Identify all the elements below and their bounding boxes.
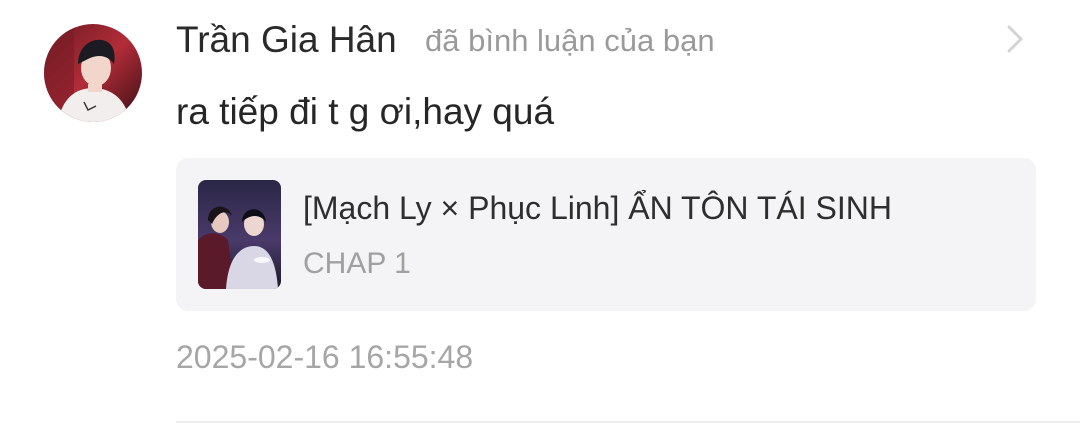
story-card[interactable]: [Mạch Ly × Phục Linh] ẨN TÔN TÁI SINH CH… <box>176 158 1036 311</box>
user-avatar[interactable] <box>44 24 142 122</box>
avatar-photo-icon <box>44 24 142 122</box>
story-title: [Mạch Ly × Phục Linh] ẨN TÔN TÁI SINH <box>303 190 892 226</box>
row-divider <box>176 421 1080 423</box>
story-cover-image-icon <box>198 180 281 289</box>
story-chapter: CHAP 1 <box>303 247 411 280</box>
comment-text: ra tiếp đi t g ơi,hay quá <box>176 91 555 132</box>
action-text: đã bình luận của bạn <box>425 23 715 58</box>
timestamp: 2025-02-16 16:55:48 <box>176 339 474 375</box>
chevron-right-icon[interactable] <box>1000 22 1030 56</box>
user-name[interactable]: Trần Gia Hân <box>176 17 397 63</box>
story-cover <box>198 180 281 289</box>
comment-notification-row[interactable]: Trần Gia Hân đã bình luận của bạn ra tiế… <box>0 0 1080 444</box>
